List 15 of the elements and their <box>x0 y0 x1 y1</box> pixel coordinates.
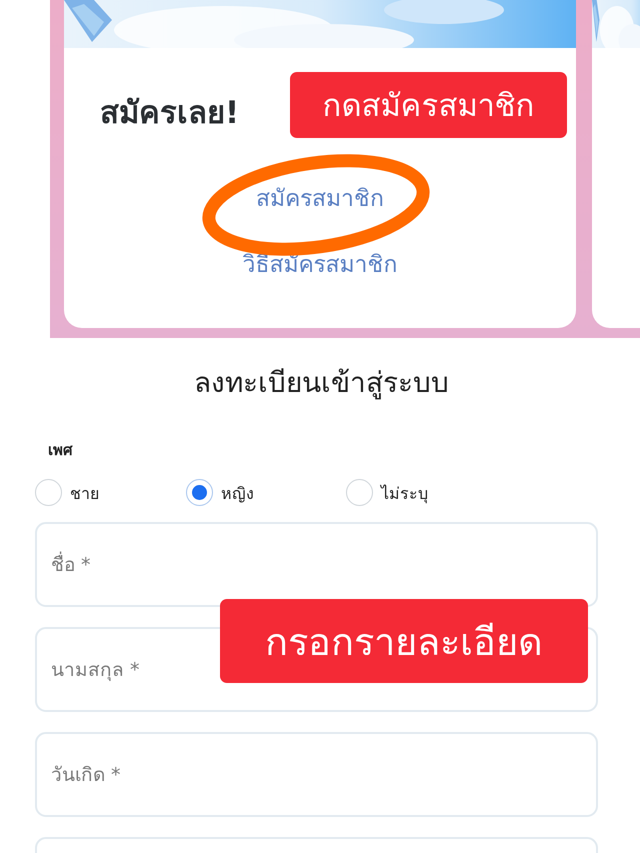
annotation-label: กดสมัครสมาชิก <box>290 72 567 138</box>
radio-button[interactable] <box>186 479 213 506</box>
field-label: เพศ <box>48 440 74 461</box>
radio-button[interactable] <box>346 479 373 506</box>
input-field[interactable]: วันเกิด * <box>35 732 598 817</box>
radio-label: ชาย <box>70 483 99 505</box>
input-field[interactable]: ชื่อ * <box>35 522 598 607</box>
signup-link[interactable]: สมัครสมาชิก <box>256 180 384 216</box>
radio-label: หญิง <box>221 483 254 505</box>
card-heading: สมัครเลย! <box>100 94 240 133</box>
radio-label: ไม่ระบุ <box>381 483 428 506</box>
signup-link[interactable]: วิธีสมัครสมาชิก <box>242 246 398 282</box>
form-title: ลงทะเบียนเข้าสู่ระบบ <box>193 365 450 402</box>
radio-button[interactable] <box>35 479 62 506</box>
annotation-label: กรอกรายละเอียด <box>220 599 588 683</box>
